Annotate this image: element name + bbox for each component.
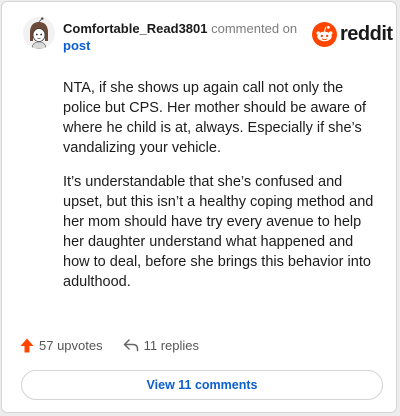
avatar-icon [23,17,55,49]
avatar[interactable] [23,17,55,49]
comment-paragraph: It’s understandable that she’s confused … [63,174,374,290]
reddit-snoo-icon [312,21,337,47]
comment-header: Comfortable_Read3801 commented on post [63,20,303,54]
view-comments-button[interactable]: View 11 comments [21,370,383,400]
replies-count: 11 replies [143,337,200,353]
reply-arrow-icon [123,339,138,352]
comment-paragraph: NTA, if she shows up again call not only… [63,80,367,156]
upvote-arrow-icon [20,338,34,352]
post-link[interactable]: post [63,38,90,53]
comment-body: NTA, if she shows up again call not only… [63,78,381,306]
comment-card: Comfortable_Read3801 commented on post r… [1,1,397,413]
username[interactable]: Comfortable_Read3801 [63,21,208,36]
replies-button[interactable]: 11 replies [123,338,199,353]
comment-actions: 57 upvotes 11 replies [20,335,199,355]
reddit-logo[interactable]: reddit [312,21,393,47]
upvote-button[interactable]: 57 upvotes [20,338,103,353]
commented-on-text: commented on [211,21,298,36]
upvote-count: 57 upvotes [39,337,103,353]
reddit-wordmark: reddit [340,22,393,45]
